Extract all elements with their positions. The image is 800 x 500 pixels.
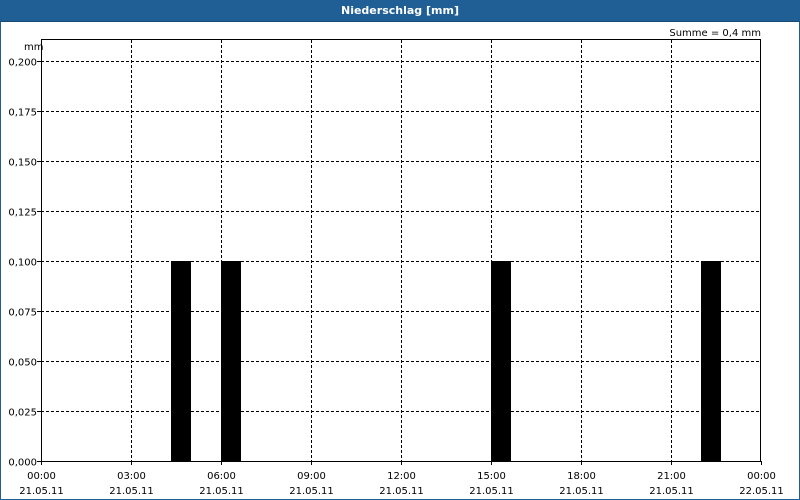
x-tick-label-date: 21.05.11 bbox=[289, 486, 334, 497]
y-axis-unit-label: mm bbox=[24, 42, 43, 53]
x-tick-label-date: 21.05.11 bbox=[559, 486, 604, 497]
x-tick-label-time: 06:00 bbox=[207, 471, 236, 482]
y-tick-label: 0,000 bbox=[8, 458, 37, 469]
x-axis: 00:00 21.05.11 03:00 21.05.11 06:00 21.05.11 0… bbox=[19, 461, 784, 497]
grid-lines bbox=[41, 40, 761, 461]
x-tick-label-date: 21.05.11 bbox=[199, 486, 244, 497]
y-tick-label: 0,050 bbox=[8, 358, 37, 369]
precipitation-chart: 0,000 0,025 0,050 0,075 0,100 0,125 0,150 0,175… bbox=[8, 28, 784, 497]
x-tick-label-date: 21.05.11 bbox=[109, 486, 154, 497]
x-tick-label-date: 21.05.11 bbox=[649, 486, 694, 497]
y-tick-label: 0,125 bbox=[8, 208, 37, 219]
x-tick-label-time: 12:00 bbox=[387, 471, 416, 482]
x-tick-label-time: 15:00 bbox=[477, 471, 506, 482]
x-tick-label-time: 03:00 bbox=[117, 471, 146, 482]
precipitation-bar bbox=[701, 261, 721, 461]
y-tick-label: 0,200 bbox=[8, 58, 37, 69]
x-tick-label-time: 21:00 bbox=[657, 471, 686, 482]
x-tick-label-date: 21.05.11 bbox=[379, 486, 424, 497]
precipitation-bar bbox=[491, 261, 511, 461]
x-tick-label-time: 18:00 bbox=[567, 471, 596, 482]
x-tick-label-date: 22.05.11 bbox=[739, 486, 784, 497]
y-tick-label: 0,150 bbox=[8, 158, 37, 169]
y-axis: 0,000 0,025 0,050 0,075 0,100 0,125 0,150 0,175… bbox=[8, 58, 41, 469]
x-tick-label-time: 00:00 bbox=[747, 471, 776, 482]
y-tick-label: 0,075 bbox=[8, 308, 37, 319]
y-tick-label: 0,100 bbox=[8, 258, 37, 269]
x-tick-label-time: 00:00 bbox=[27, 471, 56, 482]
sum-annotation: Summe = 0,4 mm bbox=[669, 28, 761, 39]
x-tick-label-date: 21.05.11 bbox=[469, 486, 514, 497]
y-tick-label: 0,175 bbox=[8, 108, 37, 119]
y-tick-label: 0,025 bbox=[8, 408, 37, 419]
x-tick-label-time: 09:00 bbox=[297, 471, 326, 482]
precipitation-bar bbox=[221, 261, 241, 461]
x-tick-label-date: 21.05.11 bbox=[19, 486, 64, 497]
precipitation-bar bbox=[171, 261, 191, 461]
